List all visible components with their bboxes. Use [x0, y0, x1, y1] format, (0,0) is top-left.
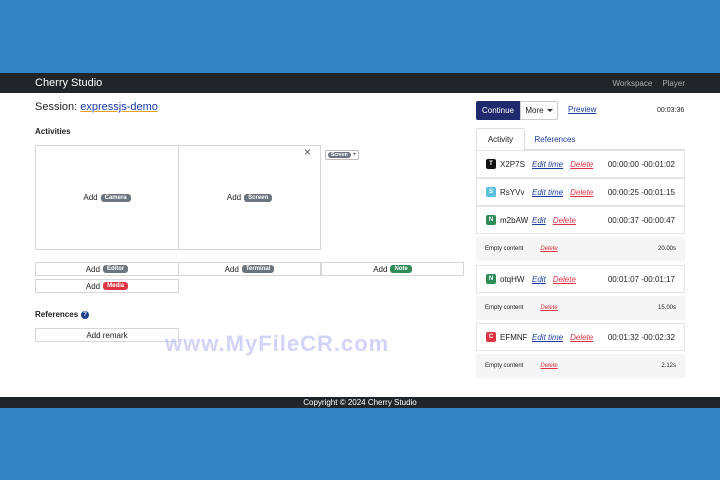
edit-link[interactable]: Edit	[532, 216, 546, 225]
add-camera-tile[interactable]: Add Camera	[35, 145, 179, 250]
delete-link[interactable]: Delete	[570, 160, 593, 169]
add-label: Add	[373, 264, 388, 274]
activity-row[interactable]: N otqHW Edit Delete 00:01:07 -00:01:17	[476, 265, 685, 293]
note-badge: Note	[390, 265, 412, 273]
activity-name: otqHW	[500, 274, 525, 284]
add-note-button[interactable]: Add Note	[321, 262, 464, 276]
nav-links: Workspace Player	[612, 79, 685, 88]
activity-time-range: 00:00:00 -00:01:02	[607, 159, 675, 169]
top-navbar: Cherry Studio Workspace Player	[0, 73, 720, 93]
tab-references[interactable]: References	[528, 128, 582, 150]
editor-badge: Editor	[102, 265, 129, 273]
continue-button[interactable]: Continue	[476, 101, 520, 120]
activity-time-range: 00:01:07 -00:01:17	[607, 274, 675, 284]
nav-link-workspace[interactable]: Workspace	[612, 79, 652, 88]
help-icon[interactable]: ?	[81, 310, 90, 319]
session-timer: 00:03:36	[657, 107, 685, 114]
delete-link[interactable]: Delete	[540, 305, 557, 311]
note-content-row: Empty content Delete 20.00s	[476, 237, 685, 261]
camera-badge: Camera	[100, 193, 131, 202]
media-badge: Media	[103, 282, 129, 290]
add-terminal-button[interactable]: Add Terminal	[178, 262, 321, 276]
add-screen-tile[interactable]: Add Screen	[178, 145, 321, 250]
edit-link[interactable]: Edit	[532, 275, 546, 284]
activity-row[interactable]: N m2bAW Edit Delete 00:00:37 -00:00:47	[476, 206, 685, 234]
screen-badge: Screen	[244, 193, 273, 202]
brand-title[interactable]: Cherry Studio	[35, 77, 102, 89]
note-content-row: Empty content Delete 15.00s	[476, 296, 685, 320]
terminal-icon: T	[486, 159, 496, 169]
add-label: Add	[85, 281, 101, 291]
delete-link[interactable]: Delete	[540, 363, 557, 369]
add-label: Add	[85, 264, 100, 274]
screen-mini-badge: Screen	[328, 152, 351, 158]
add-label: Add	[83, 193, 98, 202]
edit-time-link[interactable]: Edit time	[532, 160, 563, 169]
note-duration: 20.00s	[657, 246, 676, 252]
activity-name: m2bAW	[500, 215, 529, 225]
terminal-badge: Terminal	[241, 265, 275, 273]
delete-link[interactable]: Delete	[553, 275, 576, 284]
edit-time-link[interactable]: Edit time	[532, 333, 563, 342]
activity-time-range: 00:00:37 -00:00:47	[607, 215, 675, 225]
more-label: More	[525, 106, 544, 115]
activity-row[interactable]: S RsYVv Edit time Delete 00:00:25 -00:01…	[476, 178, 685, 206]
tab-activity[interactable]: Activity	[476, 128, 525, 151]
activity-time-range: 00:01:32 -00:02:32	[607, 332, 675, 342]
add-media-button[interactable]: Add Media	[35, 279, 179, 293]
note-icon: N	[486, 274, 496, 284]
references-heading: References?	[35, 310, 90, 319]
camera-icon: C	[486, 332, 496, 342]
note-content: Empty content	[485, 363, 524, 369]
watermark: www.MyFileCR.com	[165, 331, 390, 356]
activity-time-range: 00:00:25 -00:01:15	[607, 187, 675, 197]
close-icon[interactable]: ×	[304, 145, 311, 159]
screen-mini-toggle[interactable]: Screen +	[325, 150, 360, 160]
add-remark-button[interactable]: Add remark	[35, 328, 179, 342]
activity-row[interactable]: T X2P7S Edit time Delete 00:00:00 -00:01…	[476, 150, 685, 178]
screen-icon: S	[486, 187, 496, 197]
add-editor-button[interactable]: Add Editor	[35, 262, 179, 276]
session-name-link[interactable]: expressjs-demo	[80, 101, 158, 113]
delete-link[interactable]: Delete	[570, 188, 593, 197]
activity-name: X2P7S	[500, 159, 525, 169]
activity-row[interactable]: C EFMNF Edit time Delete 00:01:32 -00:02…	[476, 323, 685, 351]
plus-icon: +	[352, 152, 357, 158]
caret-down-icon	[546, 109, 553, 112]
note-content-row: Empty content Delete 2.12s	[476, 354, 685, 378]
delete-link[interactable]: Delete	[553, 216, 576, 225]
note-duration: 2.12s	[661, 363, 676, 369]
activity-name: RsYVv	[500, 187, 525, 197]
activities-heading: Activities	[35, 127, 71, 136]
delete-link[interactable]: Delete	[540, 246, 557, 252]
main-content: Session: expressjs-demo Activities Add C…	[0, 93, 720, 397]
activity-name: EFMNF	[500, 332, 528, 342]
preview-link[interactable]: Preview	[568, 105, 596, 114]
nav-link-player[interactable]: Player	[662, 79, 685, 88]
edit-time-link[interactable]: Edit time	[532, 188, 563, 197]
note-duration: 15.00s	[657, 305, 676, 311]
delete-link[interactable]: Delete	[570, 333, 593, 342]
note-content: Empty content	[485, 305, 524, 311]
references-title: References	[35, 310, 79, 319]
footer: Copyright © 2024 Cherry Studio	[0, 397, 720, 408]
note-icon: N	[486, 215, 496, 225]
more-dropdown[interactable]: More	[520, 101, 558, 120]
session-prefix: Session:	[35, 101, 81, 113]
add-label: Add	[226, 193, 242, 202]
note-content: Empty content	[485, 246, 524, 252]
session-title: Session: expressjs-demo	[35, 101, 158, 113]
side-tabs: Activity References	[476, 128, 685, 151]
add-label: Add	[224, 264, 239, 274]
